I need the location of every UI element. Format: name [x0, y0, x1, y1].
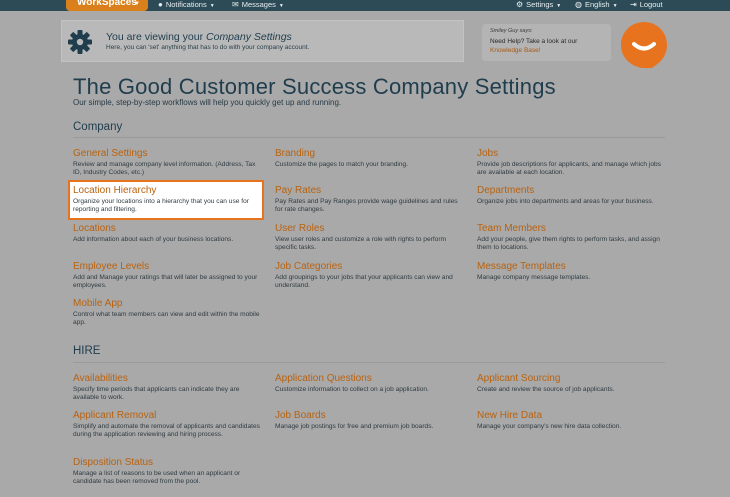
info-icon: ● [158, 0, 163, 9]
item-title[interactable]: Applicant Sourcing [477, 373, 669, 385]
item-desc: Customize information to collect on a jo… [275, 386, 429, 393]
logout-link[interactable]: ⇥ Logout [630, 0, 663, 11]
item-desc: Review and manage company level informat… [73, 161, 256, 177]
settings-item-location-hierarchy[interactable]: Location Hierarchy Organize your locatio… [73, 185, 265, 215]
item-title[interactable]: Disposition Status [73, 457, 265, 469]
settings-item-user-roles[interactable]: User Roles View user roles and customize… [275, 223, 467, 253]
settings-item-disposition-status[interactable]: Disposition Status Manage a list of reas… [73, 457, 265, 487]
item-title[interactable]: Availabilities [73, 373, 265, 385]
notifications-menu[interactable]: ● Notifications ▼ [158, 0, 215, 11]
section-divider [73, 137, 665, 138]
knowledge-base-link[interactable]: Knowledge Base! [490, 47, 541, 54]
item-title[interactable]: Job Boards [275, 410, 467, 422]
logout-label: Logout [639, 0, 663, 9]
chevron-down-icon: ▼ [612, 3, 618, 9]
settings-item-new-hire-data[interactable]: New Hire Data Manage your company's new … [477, 410, 669, 431]
settings-item-applicant-removal[interactable]: Applicant Removal Simplify and automate … [73, 410, 265, 440]
chevron-down-icon: ▼ [209, 3, 215, 9]
settings-item-job-boards[interactable]: Job Boards Manage job postings for free … [275, 410, 467, 431]
settings-item-applicant-sourcing[interactable]: Applicant Sourcing Create and review the… [477, 373, 669, 394]
item-desc: Organize jobs into departments and areas… [477, 198, 654, 205]
gear-icon: ⚙ [516, 0, 524, 9]
workspaces-label: WorkSpaces [77, 0, 137, 8]
settings-item-application-questions[interactable]: Application Questions Customize informat… [275, 373, 467, 394]
item-desc: Simplify and automate the removal of app… [73, 423, 260, 439]
item-desc: Add groupings to your jobs that your app… [275, 274, 453, 290]
section-heading-hire: HIRE [73, 345, 101, 357]
section-divider [73, 362, 665, 363]
item-desc: Customize the pages to match your brandi… [275, 161, 409, 168]
messages-menu[interactable]: ✉ Messages ▼ [232, 0, 284, 11]
item-desc: Create and review the source of job appl… [477, 386, 615, 393]
item-title[interactable]: Application Questions [275, 373, 467, 385]
settings-item-mobile-app[interactable]: Mobile App Control what team members can… [73, 298, 265, 328]
gear-icon [66, 28, 94, 56]
settings-item-job-categories[interactable]: Job Categories Add groupings to your job… [275, 261, 467, 291]
item-title[interactable]: Message Templates [477, 261, 669, 273]
logout-icon: ⇥ [630, 0, 637, 9]
help-text-body: Need Help? Take a look at our [490, 38, 578, 45]
item-title[interactable]: User Roles [275, 223, 467, 235]
item-desc: View user roles and customize a role wit… [275, 236, 447, 252]
item-desc: Add your people, give them rights to per… [477, 236, 660, 252]
item-desc: Control what team members can view and e… [73, 311, 260, 327]
item-desc: Manage company message templates. [477, 274, 591, 281]
item-desc: Provide job descriptions for applicants,… [477, 161, 661, 177]
item-title[interactable]: Mobile App [73, 298, 265, 310]
settings-item-branding[interactable]: Branding Customize the pages to match yo… [275, 148, 467, 169]
settings-item-locations[interactable]: Locations Add information about each of … [73, 223, 265, 244]
chevron-down-icon: ▼ [134, 1, 140, 7]
banner-title-emphasis: Company Settings [206, 31, 292, 43]
settings-label: Settings [526, 0, 554, 9]
banner-subtitle: Here, you can 'set' anything that has to… [106, 44, 310, 51]
notifications-label: Notifications [165, 0, 207, 9]
settings-item-departments[interactable]: Departments Organize jobs into departmen… [477, 185, 669, 206]
help-text: Need Help? Take a look at our Knowledge … [490, 38, 610, 55]
item-desc: Add and Manage your ratings that will la… [73, 274, 258, 290]
item-title[interactable]: Locations [73, 223, 265, 235]
settings-item-jobs[interactable]: Jobs Provide job descriptions for applic… [477, 148, 669, 178]
banner-title: You are viewing your Company Settings [106, 31, 292, 43]
item-desc: Add information about each of your busin… [73, 236, 234, 243]
item-desc: Organize your locations into a hierarchy… [73, 198, 249, 214]
settings-menu[interactable]: ⚙ Settings ▼ [516, 0, 561, 11]
item-title[interactable]: Team Members [477, 223, 669, 235]
settings-item-message-templates[interactable]: Message Templates Manage company message… [477, 261, 669, 282]
settings-item-team-members[interactable]: Team Members Add your people, give them … [477, 223, 669, 253]
item-title[interactable]: Branding [275, 148, 467, 160]
settings-item-availabilities[interactable]: Availabilities Specify time periods that… [73, 373, 265, 403]
item-title[interactable]: General Settings [73, 148, 265, 160]
item-title[interactable]: New Hire Data [477, 410, 669, 422]
item-title[interactable]: Employee Levels [73, 261, 265, 273]
chevron-down-icon: ▼ [278, 3, 284, 9]
chevron-down-icon: ▼ [556, 3, 562, 9]
page-title: The Good Customer Success Company Settin… [73, 74, 556, 99]
settings-item-general-settings[interactable]: General Settings Review and manage compa… [73, 148, 265, 178]
item-desc: Specify time periods that applicants can… [73, 386, 240, 402]
item-title[interactable]: Pay Rates [275, 185, 467, 197]
language-menu[interactable]: ◍ English ▼ [575, 0, 618, 11]
item-title[interactable]: Applicant Removal [73, 410, 265, 422]
item-title[interactable]: Departments [477, 185, 669, 197]
messages-label: Messages [241, 0, 276, 9]
envelope-icon: ✉ [232, 0, 239, 9]
item-title[interactable]: Job Categories [275, 261, 467, 273]
banner-title-prefix: You are viewing your [106, 31, 207, 43]
settings-item-employee-levels[interactable]: Employee Levels Add and Manage your rati… [73, 261, 265, 291]
settings-item-pay-rates[interactable]: Pay Rates Pay Rates and Pay Ranges provi… [275, 185, 467, 215]
workspaces-menu-button[interactable]: WorkSpaces ▼ [66, 0, 148, 11]
item-desc: Manage a list of reasons to be used when… [73, 470, 241, 486]
help-says-label: Smiley Guy says: [490, 28, 533, 34]
item-desc: Manage your company's new hire data coll… [477, 423, 622, 430]
section-heading-company: Company [73, 121, 123, 133]
page-subtitle: Our simple, step-by-step workflows will … [73, 98, 342, 107]
globe-icon: ◍ [575, 0, 582, 9]
item-title[interactable]: Jobs [477, 148, 669, 160]
language-label: English [584, 0, 610, 9]
item-title[interactable]: Location Hierarchy [73, 185, 265, 197]
item-desc: Manage job postings for free and premium… [275, 423, 434, 430]
item-desc: Pay Rates and Pay Ranges provide wage gu… [275, 198, 458, 214]
